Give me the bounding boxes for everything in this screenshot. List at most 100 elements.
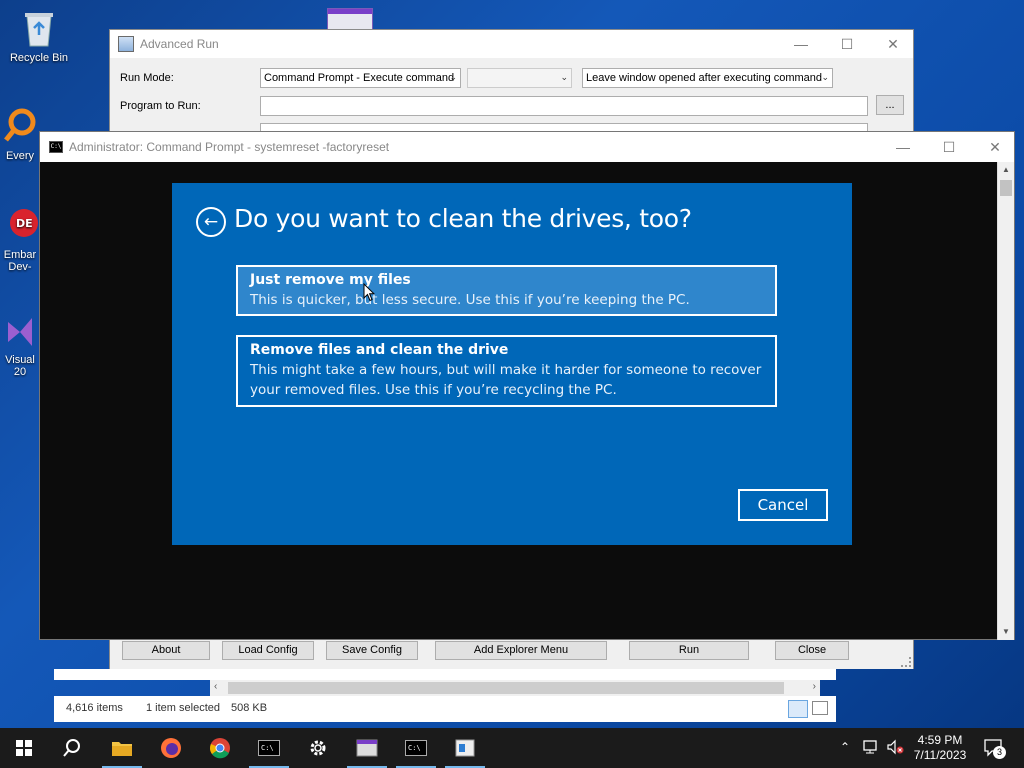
window-title: Advanced Run xyxy=(140,37,219,51)
volume-muted-icon[interactable] xyxy=(886,739,904,758)
start-button[interactable] xyxy=(0,728,48,768)
network-icon[interactable] xyxy=(862,739,880,758)
desktop-icon-everything[interactable]: Every xyxy=(0,106,40,162)
scrollbar-thumb[interactable] xyxy=(228,682,784,694)
svg-text:C:\: C:\ xyxy=(408,744,421,752)
clock-time: 4:59 PM xyxy=(917,733,963,747)
svg-text:DE: DE xyxy=(16,217,33,230)
advanced-run-app-icon xyxy=(118,36,134,52)
program-to-run-label: Program to Run: xyxy=(120,100,201,112)
browse-button[interactable]: ... xyxy=(876,95,904,115)
recycle-bin-icon xyxy=(19,8,59,48)
scroll-left-icon[interactable]: ‹ xyxy=(214,681,217,692)
desktop-icon-recycle-bin[interactable]: Recycle Bin xyxy=(2,8,76,64)
everything-search-icon xyxy=(0,106,40,146)
close-window-button[interactable]: ✕ xyxy=(972,132,1018,162)
run-mode-value: Command Prompt - Execute command xyxy=(264,72,455,84)
program-to-run-input[interactable] xyxy=(260,96,868,116)
option-description: This might take a few hours, but will ma… xyxy=(250,362,762,398)
window-title: Administrator: Command Prompt - systemre… xyxy=(69,140,390,154)
svg-text:C:\: C:\ xyxy=(261,744,274,752)
desktop-icon-label: Every xyxy=(5,150,35,162)
clock-date: 7/11/2023 xyxy=(913,748,967,762)
terminal-icon: C:\ xyxy=(405,740,427,756)
explorer-status-bar: 4,616 items 1 item selected 508 KB xyxy=(54,696,836,722)
window-option-value: Leave window opened after executing comm… xyxy=(586,72,823,84)
items-count: 4,616 items xyxy=(66,702,123,714)
search-button[interactable] xyxy=(48,728,96,768)
window-icon xyxy=(455,739,475,757)
about-button[interactable]: About xyxy=(122,641,210,660)
explorer-file-list-edge xyxy=(54,669,836,680)
selection-count: 1 item selected xyxy=(146,702,220,714)
maximize-button[interactable]: ☐ xyxy=(926,132,972,162)
load-config-button[interactable]: Load Config xyxy=(222,641,314,660)
background-window-thumbnail xyxy=(327,8,373,30)
search-icon xyxy=(63,739,80,757)
cancel-button[interactable]: Cancel xyxy=(738,489,828,521)
desktop-icon-label: Visual 20 xyxy=(5,354,35,378)
embarcadero-devcpp-icon: DE xyxy=(0,205,40,245)
cmd-vertical-scrollbar[interactable]: ▲ ▼ xyxy=(997,162,1014,640)
scroll-up-icon[interactable]: ▲ xyxy=(998,162,1014,178)
minimize-button[interactable]: — xyxy=(778,30,824,58)
maximize-button[interactable]: ☐ xyxy=(824,30,870,58)
desktop-icon-visual-studio[interactable]: Visual 20 xyxy=(0,310,40,378)
desktop-icon-label: Recycle Bin xyxy=(9,52,69,64)
taskbar-file-explorer[interactable] xyxy=(98,728,146,768)
window-option-select[interactable]: Leave window opened after executing comm… xyxy=(582,68,833,88)
close-window-button[interactable]: ✕ xyxy=(870,30,916,58)
terminal-icon: C:\ xyxy=(258,740,280,756)
run-mode-select[interactable]: Command Prompt - Execute command ⌄ xyxy=(260,68,461,88)
option-description: This is quicker, but less secure. Use th… xyxy=(250,292,690,308)
explorer-horizontal-scrollbar[interactable]: ‹ › xyxy=(210,680,820,696)
taskbar-chrome[interactable] xyxy=(196,728,244,768)
minimize-button[interactable]: — xyxy=(880,132,926,162)
windows-logo-icon xyxy=(16,740,32,756)
run-mode-label: Run Mode: xyxy=(120,72,174,84)
close-button[interactable]: Close xyxy=(775,641,849,660)
advanced-run-button-row: About Load Config Save Config Add Explor… xyxy=(109,640,914,669)
scroll-down-icon[interactable]: ▼ xyxy=(998,624,1014,640)
selection-size: 508 KB xyxy=(231,702,268,714)
show-hidden-icons-chevron-up-icon[interactable]: ⌃ xyxy=(840,740,850,754)
back-arrow-icon[interactable]: ← xyxy=(196,207,226,237)
save-config-button[interactable]: Save Config xyxy=(326,641,418,660)
reset-dialog: ← Do you want to clean the drives, too? … xyxy=(172,183,852,545)
scrollbar-thumb[interactable] xyxy=(1000,180,1012,196)
advanced-run-icon xyxy=(356,739,378,757)
mouse-cursor-icon xyxy=(363,282,376,307)
taskbar: C:\ C:\ ⌃ 4:59 PM 7/11/2023 3 xyxy=(0,728,1024,768)
chevron-down-icon: ⌄ xyxy=(821,72,829,82)
taskbar-advanced-run[interactable] xyxy=(343,728,391,768)
desktop-icon-label: Embar Dev- xyxy=(3,249,37,273)
cmd-titlebar: C:\ Administrator: Command Prompt - syst… xyxy=(40,132,1014,162)
run-button[interactable]: Run xyxy=(629,641,749,660)
desktop-icon-embarcadero[interactable]: DE Embar Dev- xyxy=(0,205,40,273)
chevron-down-icon: ⌄ xyxy=(560,72,568,82)
scroll-right-icon[interactable]: › xyxy=(813,681,816,692)
taskbar-cmd-2[interactable]: C:\ xyxy=(392,728,440,768)
option-remove-and-clean[interactable]: Remove files and clean the drive This mi… xyxy=(236,335,777,407)
taskbar-firefox[interactable] xyxy=(147,728,195,768)
add-explorer-menu-button[interactable]: Add Explorer Menu xyxy=(435,641,607,660)
taskbar-system-reset[interactable] xyxy=(441,728,489,768)
resize-grip[interactable] xyxy=(901,657,911,667)
large-icons-view-icon[interactable] xyxy=(812,701,828,715)
option-just-remove-files[interactable]: Just remove my files This is quicker, bu… xyxy=(236,265,777,316)
clock[interactable]: 4:59 PM 7/11/2023 xyxy=(910,733,970,763)
secondary-select[interactable]: ⌄ xyxy=(467,68,572,88)
option-title: Just remove my files xyxy=(250,272,411,288)
action-center-button[interactable]: 3 xyxy=(983,737,1006,762)
taskbar-settings[interactable] xyxy=(294,728,342,768)
dialog-heading: Do you want to clean the drives, too? xyxy=(234,204,692,233)
firefox-icon xyxy=(161,738,181,758)
chrome-icon xyxy=(210,738,230,759)
gear-icon xyxy=(310,740,326,756)
taskbar-cmd[interactable]: C:\ xyxy=(245,728,293,768)
notification-count-badge: 3 xyxy=(993,746,1006,759)
details-view-icon[interactable] xyxy=(788,700,808,718)
cmd-icon: C:\ xyxy=(49,141,63,153)
chevron-down-icon: ⌄ xyxy=(449,72,457,82)
option-title: Remove files and clean the drive xyxy=(250,342,509,358)
